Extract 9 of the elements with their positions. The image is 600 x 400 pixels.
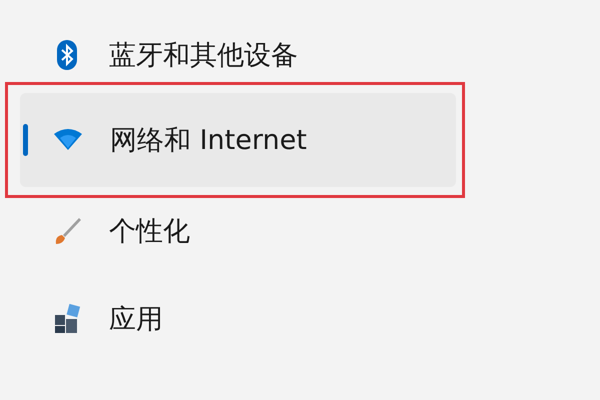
sidebar-item-label: 蓝牙和其他设备 (109, 39, 298, 73)
sidebar-item[interactable]: 网络和 Internet (20, 93, 456, 187)
sidebar-item[interactable]: 应用 (11, 278, 459, 360)
sidebar-item-label: 个性化 (109, 215, 190, 249)
sidebar-item-label: 网络和 Internet (110, 124, 307, 158)
selection-indicator (23, 124, 28, 156)
sidebar-item[interactable]: 个性化 (11, 190, 459, 272)
sidebar-item-label: 应用 (109, 303, 163, 337)
sidebar-item[interactable]: 蓝牙和其他设备 (11, 14, 459, 96)
